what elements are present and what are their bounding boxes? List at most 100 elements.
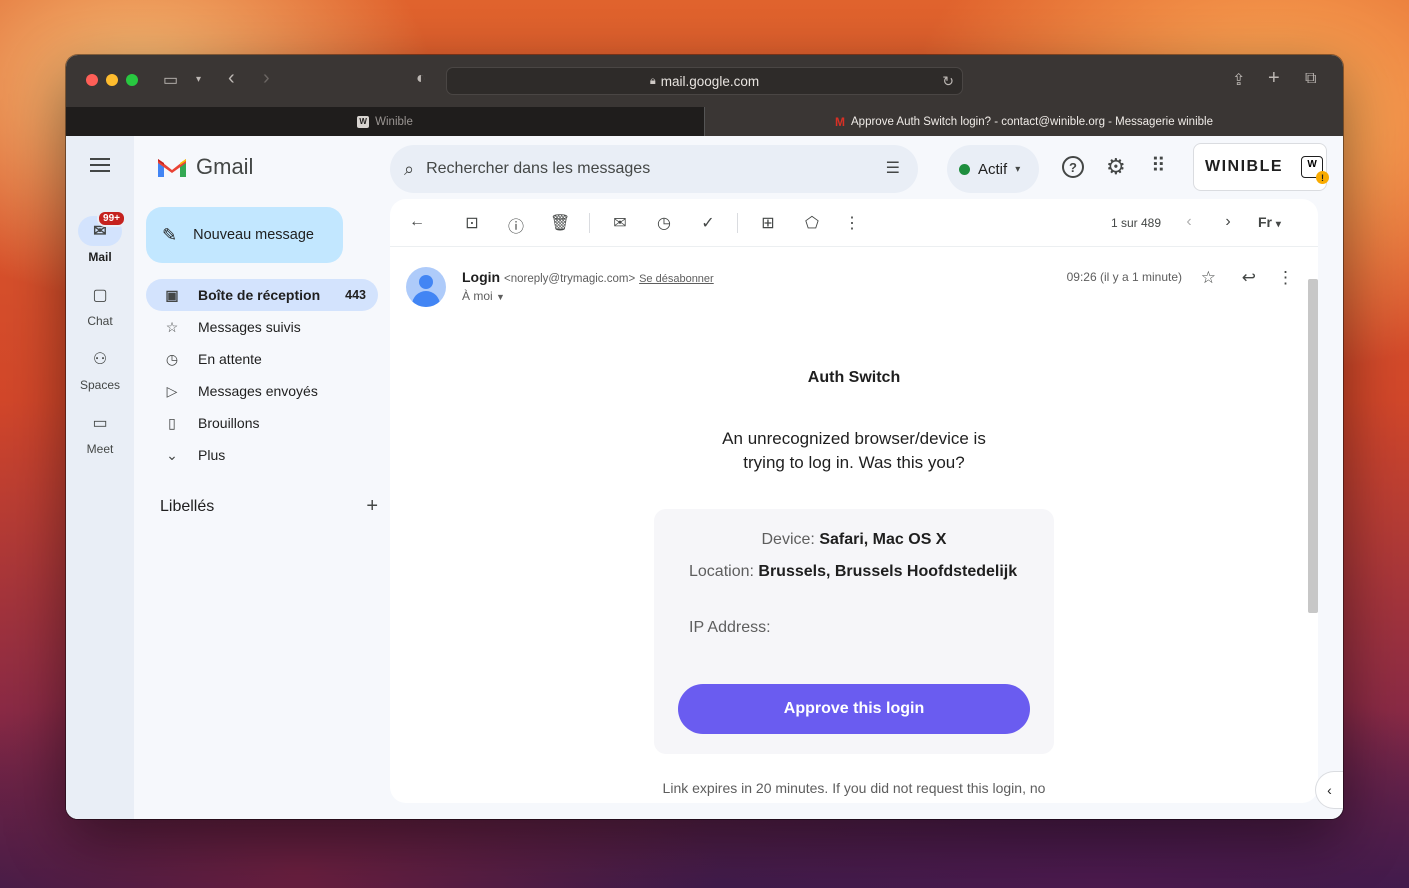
status-label: Actif [978, 160, 1008, 178]
chevron-down-icon: ▾ [1015, 163, 1021, 175]
gear-icon[interactable]: ⚙ [1106, 154, 1126, 180]
star-icon: ☆ [165, 318, 179, 335]
archive-icon[interactable]: ⊡ [462, 213, 482, 233]
winible-logo-icon: W ! [1301, 156, 1330, 184]
tab-gmail[interactable]: M Approve Auth Switch login? - contact@w… [704, 107, 1343, 136]
share-icon[interactable]: ⇪ [1232, 70, 1245, 90]
minimize-window-button[interactable] [106, 74, 118, 86]
lock-icon: 🔒︎ [649, 74, 656, 87]
chevron-down-icon: ▼ [496, 292, 505, 302]
move-to-icon[interactable]: ⊞ [758, 213, 778, 233]
rail-spaces[interactable]: ⚇ Spaces [66, 344, 134, 392]
snooze-icon[interactable]: ◷ [654, 213, 674, 233]
location-row: Location: Brussels, Brussels Hoofdstedel… [654, 563, 1054, 581]
message-header: Login <noreply@trymagic.com> Se désabonn… [406, 267, 1298, 311]
back-icon[interactable]: ‹ [228, 67, 235, 90]
device-row: Device: Safari, Mac OS X [654, 531, 1054, 549]
tab-winible[interactable]: W Winible [66, 107, 704, 136]
search-bar[interactable]: ⌕ Rechercher dans les messages ☰ [390, 145, 918, 193]
inbox-icon: ▣ [165, 286, 179, 303]
search-input[interactable]: Rechercher dans les messages [426, 160, 650, 178]
nav-sent[interactable]: ▷ Messages envoyés [146, 375, 378, 407]
toolbar-divider [589, 213, 590, 233]
mark-unread-icon[interactable]: ✉ [610, 213, 630, 233]
privacy-shield-icon[interactable]: ◐ [416, 70, 426, 88]
report-spam-icon[interactable]: ⓘ [506, 213, 526, 237]
apps-grid-icon[interactable]: ⠿ [1151, 153, 1166, 178]
sidebar-toggle-icon[interactable]: ▭ [163, 70, 178, 90]
gmail-wordmark: Gmail [196, 154, 254, 179]
recipient-details[interactable]: À moi ▼ [462, 289, 505, 303]
lang-label: Fr [1258, 214, 1272, 230]
ip-row: IP Address: [654, 619, 1054, 637]
input-tools-button[interactable]: Fr ▾ [1258, 214, 1281, 230]
chevron-down-icon[interactable]: ▾ [196, 74, 201, 85]
window-controls [86, 74, 138, 86]
zoom-window-button[interactable] [126, 74, 138, 86]
nav-label: En attente [198, 351, 262, 367]
expiry-note: Link expires in 20 minutes. If you did n… [662, 780, 1046, 796]
tab-overview-icon[interactable]: ⧉ [1305, 70, 1316, 88]
star-icon[interactable]: ☆ [1201, 268, 1216, 288]
label-icon[interactable]: ⬠ [802, 213, 822, 233]
status-selector[interactable]: Actif ▾ [947, 145, 1039, 193]
gmail-logo-icon [158, 159, 186, 177]
delete-icon[interactable]: 🗑︎ [550, 213, 570, 233]
add-label-icon[interactable]: + [366, 495, 378, 518]
nav-label: Messages envoyés [198, 383, 318, 399]
reply-icon[interactable]: ↩ [1242, 268, 1256, 288]
back-arrow-icon[interactable]: ← [407, 213, 427, 231]
newer-icon[interactable]: ‹ [1179, 213, 1199, 231]
add-task-icon[interactable]: ✓ [698, 213, 718, 233]
nav-more[interactable]: ⌄ Plus [146, 439, 378, 471]
nav-label: Messages suivis [198, 319, 301, 335]
email-title: Auth Switch [807, 369, 901, 386]
recipient-text: À moi [462, 289, 493, 303]
side-panel-toggle[interactable]: ‹ [1315, 771, 1343, 809]
message-panel: ← ⊡ ⓘ 🗑︎ ✉ ◷ ✓ ⊞ ⬠ ⋮ 1 sur 489 ‹ › Fr ▾ [390, 199, 1318, 803]
unsubscribe-link[interactable]: Se désabonner [639, 273, 714, 285]
sender-avatar[interactable] [406, 267, 446, 307]
app-rail: ✉ 99+ Mail ▢ Chat ⚇ Spaces ▭ Meet [66, 136, 134, 819]
forward-icon[interactable]: › [263, 67, 270, 90]
labels-heading: Libellés [160, 498, 215, 515]
older-icon[interactable]: › [1218, 213, 1238, 231]
mail-icon: ✉ 99+ [78, 210, 126, 246]
location-label: Location: [689, 563, 754, 580]
search-options-icon[interactable]: ☰ [886, 158, 900, 178]
close-window-button[interactable] [86, 74, 98, 86]
rail-chat[interactable]: ▢ Chat [66, 280, 134, 328]
winible-favicon-icon: W [357, 115, 370, 128]
approve-login-button[interactable]: Approve this login [678, 684, 1030, 734]
pencil-icon: ✎ [162, 224, 178, 245]
gmail-logo[interactable]: Gmail [156, 154, 253, 180]
sender-name[interactable]: Login [462, 269, 500, 285]
reload-icon[interactable]: ↻ [942, 73, 954, 90]
more-vertical-icon[interactable]: ⋮ [842, 213, 862, 233]
nav-drafts[interactable]: ▯ Brouillons [146, 407, 378, 439]
message-toolbar: ← ⊡ ⓘ 🗑︎ ✉ ◷ ✓ ⊞ ⬠ ⋮ 1 sur 489 ‹ › Fr ▾ [390, 199, 1318, 247]
account-switcher[interactable]: WINIBLE W ! [1193, 143, 1330, 191]
nav-snoozed[interactable]: ◷ En attente [146, 343, 378, 375]
more-vertical-icon[interactable]: ⋮ [1277, 268, 1294, 288]
rail-mail[interactable]: ✉ 99+ Mail [66, 210, 134, 264]
nav-starred[interactable]: ☆ Messages suivis [146, 311, 378, 343]
inbox-count: 443 [345, 288, 366, 302]
email-content: Auth Switch An unrecognized browser/devi… [390, 369, 1318, 796]
rail-label: Mail [88, 250, 112, 264]
pagination-text: 1 sur 489 [1111, 216, 1162, 230]
help-icon[interactable]: ? [1062, 156, 1084, 178]
address-bar[interactable]: 🔒︎ mail.google.com ↻ [446, 67, 963, 95]
compose-button[interactable]: ✎ Nouveau message [146, 207, 343, 263]
new-tab-icon[interactable]: + [1268, 67, 1280, 90]
sender-line: Login <noreply@trymagic.com> Se désabonn… [462, 269, 714, 285]
rail-meet[interactable]: ▭ Meet [66, 408, 134, 456]
tab-bar: W Winible M Approve Auth Switch login? -… [66, 107, 1343, 136]
location-value: Brussels, Brussels Hoofdstedelijk [758, 563, 1018, 580]
main-menu-icon[interactable] [90, 158, 110, 176]
chevron-left-icon: ‹ [1327, 782, 1332, 798]
rail-label: Meet [86, 442, 114, 456]
labels-section: Libellés + [160, 495, 378, 518]
chevron-down-icon: ▾ [1275, 219, 1281, 230]
nav-inbox[interactable]: ▣ Boîte de réception 443 [146, 279, 378, 311]
